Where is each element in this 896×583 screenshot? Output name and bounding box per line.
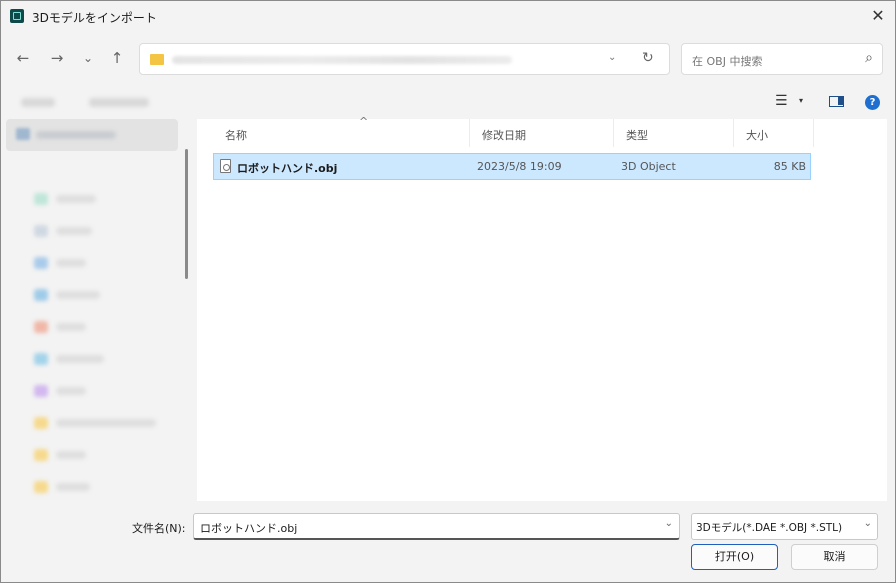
chevron-down-icon[interactable]: ⌄: [608, 52, 616, 63]
sidebar-item-icon: [34, 193, 48, 205]
sidebar-item-icon: [34, 385, 48, 397]
sidebar-item-selected[interactable]: [6, 119, 178, 151]
search-placeholder: 在 OBJ 中搜索: [692, 55, 763, 68]
sidebar-item-icon: [34, 225, 48, 237]
search-box[interactable]: 在 OBJ 中搜索 ⌕: [681, 43, 883, 75]
file-size: 85 KB: [773, 160, 806, 173]
navigation-pane: [2, 119, 194, 501]
refresh-icon[interactable]: ↻: [642, 50, 654, 66]
new-folder-button-blurred[interactable]: [89, 98, 149, 107]
column-header-size-label: 大小: [746, 129, 768, 142]
sidebar-item[interactable]: [32, 351, 172, 367]
view-options-icon[interactable]: ☰: [775, 93, 788, 109]
sidebar-item-icon: [34, 449, 48, 461]
sidebar-item-label-blurred: [56, 195, 96, 203]
sidebar-item[interactable]: [32, 319, 172, 335]
sidebar-item[interactable]: [32, 255, 172, 271]
forward-arrow-icon[interactable]: →: [46, 47, 68, 69]
column-header-type[interactable]: 类型: [614, 119, 734, 147]
sidebar-item[interactable]: [32, 447, 172, 463]
dialog-footer: 文件名(N): ロボットハンド.obj ⌄ 3Dモデル(*.DAE *.OBJ …: [1, 501, 895, 582]
search-icon[interactable]: ⌕: [865, 50, 873, 66]
file-row[interactable]: ロボットハンド.obj 2023/5/8 19:09 3D Object 85 …: [213, 153, 811, 180]
sidebar-item-label-blurred: [56, 323, 86, 331]
up-arrow-icon[interactable]: ↑: [106, 47, 128, 69]
sidebar-item-icon: [34, 321, 48, 333]
chevron-down-icon[interactable]: ⌄: [665, 518, 673, 529]
file-date: 2023/5/8 19:09: [477, 160, 562, 173]
close-icon[interactable]: ✕: [867, 5, 889, 27]
sidebar-item[interactable]: [32, 287, 172, 303]
sidebar-item-label-blurred: [56, 227, 92, 235]
file-name: ロボットハンド.obj: [237, 162, 338, 175]
column-header-date[interactable]: 修改日期: [470, 119, 614, 147]
organize-button-blurred[interactable]: [21, 98, 55, 107]
sidebar-item[interactable]: [32, 191, 172, 207]
sidebar-item-label-blurred: [56, 483, 90, 491]
open-button[interactable]: 打开(O): [691, 544, 778, 570]
cancel-button[interactable]: 取消: [791, 544, 878, 570]
address-path-blurred: [172, 56, 512, 64]
import-dialog: 3Dモデルをインポート ✕ ← → ⌄ ↑ ⌄ ↻ 在 OBJ 中搜索 ⌕ ☰ …: [0, 0, 896, 583]
sidebar-item[interactable]: [32, 415, 172, 431]
filename-label: 文件名(N):: [132, 522, 186, 535]
sidebar-scrollbar[interactable]: [185, 149, 188, 279]
sort-ascending-icon: ^: [359, 115, 369, 128]
sidebar-item-label-blurred: [56, 259, 86, 267]
column-header-type-label: 类型: [626, 129, 648, 142]
sidebar-item-label-blurred: [56, 355, 104, 363]
sidebar-item[interactable]: [32, 383, 172, 399]
sidebar-item-label-blurred: [56, 387, 86, 395]
file-list: 名称 ^ 修改日期 类型 大小 ロボットハンド.obj 2023/5/8 19:…: [197, 115, 887, 501]
sidebar-item-icon: [34, 257, 48, 269]
dialog-title: 3Dモデルをインポート: [32, 11, 157, 25]
column-header-date-label: 修改日期: [482, 129, 526, 142]
filetype-value: 3Dモデル(*.DAE *.OBJ *.STL): [696, 522, 843, 534]
file-type: 3D Object: [621, 160, 676, 173]
sidebar-item-icon: [34, 289, 48, 301]
column-header-name-label: 名称: [225, 129, 247, 142]
help-icon[interactable]: ?: [865, 95, 880, 110]
sidebar-item-label-blurred: [56, 419, 156, 427]
sidebar-item-label-blurred: [56, 451, 86, 459]
recent-locations-icon[interactable]: ⌄: [77, 47, 99, 69]
sidebar-item-icon: [16, 128, 30, 140]
filetype-select[interactable]: 3Dモデル(*.DAE *.OBJ *.STL) ⌄: [691, 513, 878, 540]
column-header-name[interactable]: 名称 ^: [213, 115, 470, 147]
sidebar-item[interactable]: [32, 479, 172, 495]
folder-icon: [150, 54, 164, 65]
sidebar-item-icon: [34, 353, 48, 365]
preview-pane-icon[interactable]: [829, 96, 844, 107]
back-arrow-icon[interactable]: ←: [12, 47, 34, 69]
chevron-down-icon[interactable]: ⌄: [864, 518, 872, 529]
address-bar[interactable]: ⌄ ↻: [139, 43, 670, 75]
view-dropdown-icon[interactable]: ▾: [799, 96, 803, 105]
column-header-size[interactable]: 大小: [734, 119, 814, 147]
sidebar-item-label-blurred: [36, 131, 116, 139]
title-bar: 3Dモデルをインポート ✕: [1, 1, 895, 32]
file-icon: [220, 159, 231, 173]
sidebar-item-icon: [34, 481, 48, 493]
filename-value: ロボットハンド.obj: [200, 522, 298, 535]
sidebar-item-icon: [34, 417, 48, 429]
sidebar-item-label-blurred: [56, 291, 100, 299]
app-icon: [10, 9, 24, 23]
sidebar-item[interactable]: [32, 223, 172, 239]
filename-input[interactable]: ロボットハンド.obj ⌄: [193, 513, 680, 540]
